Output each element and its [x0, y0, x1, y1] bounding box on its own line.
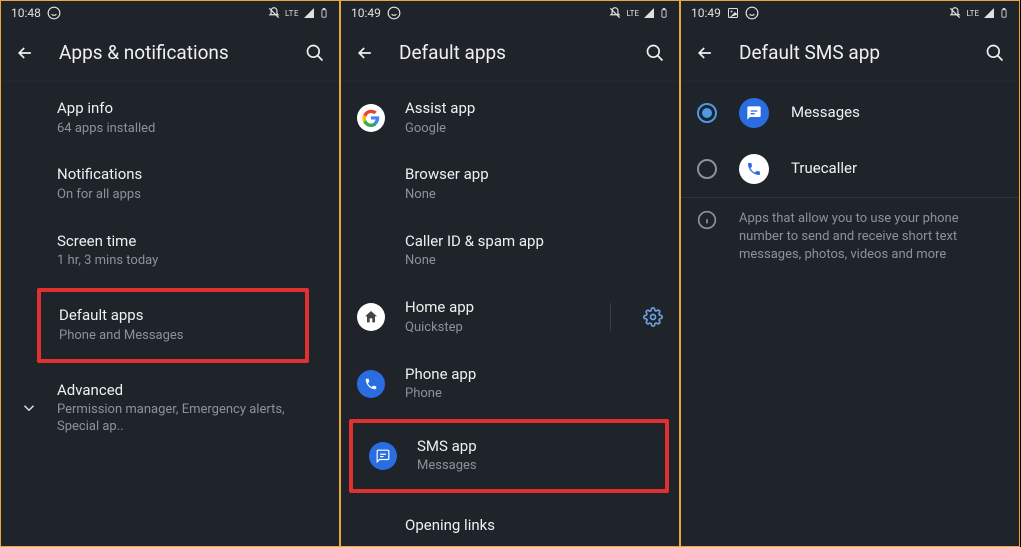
setting-sub: 64 apps installed [57, 121, 323, 138]
setting-title: Phone app [405, 365, 663, 385]
lte-icon: LTE [966, 9, 979, 18]
page-title: Default apps [399, 41, 621, 64]
setting-title: Browser app [405, 165, 663, 185]
status-bar: 10:49 LTE [341, 1, 679, 25]
setting-title: Home app [405, 298, 582, 318]
setting-title: SMS app [417, 437, 649, 457]
signal-icon [303, 7, 315, 19]
gear-icon[interactable] [643, 307, 663, 327]
setting-home-app[interactable]: Home app Quickstep [341, 284, 679, 350]
empty-icon [357, 171, 385, 199]
home-icon [357, 303, 385, 331]
setting-sub: Phone and Messages [59, 328, 289, 345]
empty-icon [357, 237, 385, 265]
messages-icon [739, 98, 769, 128]
back-button[interactable] [355, 43, 375, 63]
setting-browser-app[interactable]: Browser app None [341, 151, 679, 217]
setting-opening-links[interactable]: Opening links [341, 495, 679, 547]
status-time: 10:49 [351, 6, 381, 20]
info-row: Apps that allow you to use your phone nu… [681, 198, 1019, 277]
title-bar: Apps & notifications [1, 25, 339, 81]
messages-icon [369, 442, 397, 470]
signal-icon [983, 7, 995, 19]
option-label: Messages [791, 103, 860, 123]
setting-sub: None [405, 253, 663, 270]
radio-icon [697, 159, 717, 179]
phone-icon [357, 370, 385, 398]
divider [610, 303, 611, 331]
setting-title: Advanced [57, 381, 323, 401]
status-time: 10:49 [691, 6, 721, 20]
mute-icon [948, 6, 962, 20]
setting-title: Caller ID & spam app [405, 232, 663, 252]
screen-default-sms-app: 10:49 LTE Default SMS app Messages [680, 0, 1020, 547]
battery-icon [659, 6, 669, 20]
mute-icon [608, 6, 622, 20]
lte-icon: LTE [285, 9, 299, 18]
setting-title: Assist app [405, 99, 663, 119]
search-icon[interactable] [645, 43, 665, 63]
chevron-down-icon [19, 398, 39, 418]
setting-app-info[interactable]: App info 64 apps installed [1, 85, 339, 151]
title-bar: Default apps [341, 25, 679, 81]
whatsapp-icon [387, 6, 401, 20]
title-bar: Default SMS app [681, 25, 1019, 81]
setting-title: Notifications [57, 165, 323, 185]
screen-apps-notifications: 10:48 LTE Apps & notifications App info … [0, 0, 340, 547]
setting-screen-time[interactable]: Screen time 1 hr, 3 mins today [1, 218, 339, 284]
whatsapp-icon [745, 6, 759, 20]
setting-sub: Google [405, 121, 663, 138]
setting-sub: Messages [417, 458, 649, 475]
empty-icon [357, 511, 385, 539]
search-icon[interactable] [985, 43, 1005, 63]
setting-sub: Phone [405, 386, 663, 403]
screen-default-apps: 10:49 LTE Default apps Assist app Google [340, 0, 680, 547]
picture-icon [727, 7, 739, 19]
truecaller-icon [739, 154, 769, 184]
signal-icon [643, 7, 655, 19]
battery-icon [999, 6, 1009, 20]
info-text: Apps that allow you to use your phone nu… [739, 210, 1003, 265]
page-title: Apps & notifications [59, 41, 281, 64]
lte-icon: LTE [626, 9, 639, 18]
setting-sub: None [405, 187, 663, 204]
back-button[interactable] [15, 43, 35, 63]
setting-assist-app[interactable]: Assist app Google [341, 85, 679, 151]
radio-icon [697, 103, 717, 123]
setting-title: App info [57, 99, 323, 119]
status-bar: 10:48 LTE [1, 1, 339, 25]
search-icon[interactable] [305, 43, 325, 63]
setting-sms-app[interactable]: SMS app Messages [349, 419, 669, 493]
setting-title: Screen time [57, 232, 323, 252]
radio-option-messages[interactable]: Messages [681, 85, 1019, 141]
setting-phone-app[interactable]: Phone app Phone [341, 351, 679, 417]
setting-sub: Quickstep [405, 320, 582, 337]
radio-option-truecaller[interactable]: Truecaller [681, 141, 1019, 197]
status-time: 10:48 [11, 6, 41, 20]
whatsapp-icon [47, 6, 61, 20]
option-label: Truecaller [791, 159, 857, 179]
setting-title: Opening links [405, 516, 663, 536]
page-title: Default SMS app [739, 41, 961, 64]
setting-title: Default apps [59, 306, 289, 326]
battery-icon [319, 6, 329, 20]
setting-sub: 1 hr, 3 mins today [57, 253, 323, 270]
setting-advanced[interactable]: Advanced Permission manager, Emergency a… [1, 367, 339, 450]
google-icon [357, 104, 385, 132]
setting-sub: On for all apps [57, 187, 323, 204]
setting-sub: Permission manager, Emergency alerts, Sp… [57, 402, 323, 436]
info-icon [697, 210, 717, 230]
back-button[interactable] [695, 43, 715, 63]
setting-default-apps[interactable]: Default apps Phone and Messages [37, 288, 309, 362]
setting-caller-id-app[interactable]: Caller ID & spam app None [341, 218, 679, 284]
setting-notifications[interactable]: Notifications On for all apps [1, 151, 339, 217]
status-bar: 10:49 LTE [681, 1, 1019, 25]
mute-icon [267, 6, 281, 20]
